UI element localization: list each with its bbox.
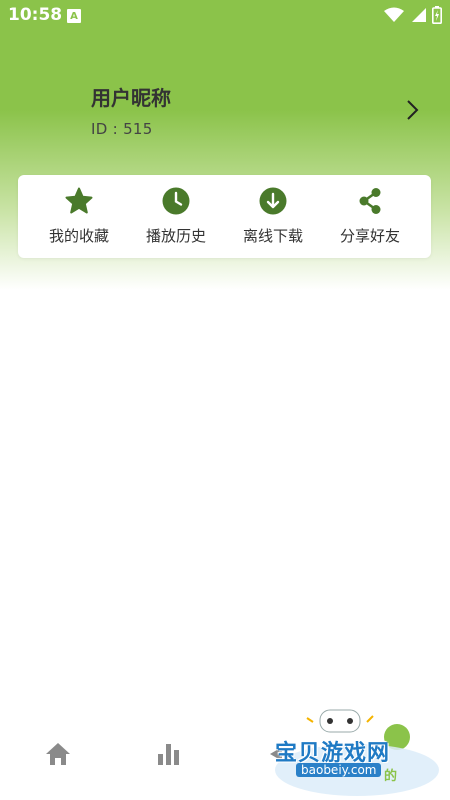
bar-chart-icon[interactable]	[156, 742, 182, 766]
clock-icon	[162, 187, 190, 215]
chevron-right-icon[interactable]	[400, 98, 424, 122]
signal-icon	[412, 8, 426, 22]
home-icon[interactable]	[44, 741, 72, 767]
share-icon	[359, 188, 381, 214]
quick-action-favorites[interactable]: 我的收藏	[31, 175, 127, 258]
profile-nickname[interactable]: 用户昵称	[91, 82, 171, 111]
quick-action-downloads[interactable]: 离线下载	[225, 175, 321, 258]
watermark-url: baobeiy.com	[296, 763, 382, 777]
quick-action-share[interactable]: 分享好友	[322, 175, 418, 258]
quick-action-label: 我的收藏	[48, 227, 109, 245]
star-icon	[65, 187, 93, 214]
quick-action-history[interactable]: 播放历史	[128, 175, 224, 258]
quick-action-label: 播放历史	[145, 227, 206, 245]
wifi-icon	[384, 7, 404, 22]
status-bar: 10:58 A	[0, 0, 450, 32]
quick-action-label: 离线下载	[242, 227, 303, 245]
quick-action-label: 分享好友	[339, 227, 400, 245]
notification-icon: A	[67, 9, 81, 23]
watermark-tail-text: 的	[384, 769, 398, 784]
status-time: 10:58	[8, 5, 63, 25]
quick-actions-card: 我的收藏 播放历史 离线下载 分享好友	[18, 175, 431, 258]
battery-icon	[432, 6, 442, 24]
download-icon	[259, 187, 287, 215]
profile-id: ID : 515	[91, 120, 153, 138]
